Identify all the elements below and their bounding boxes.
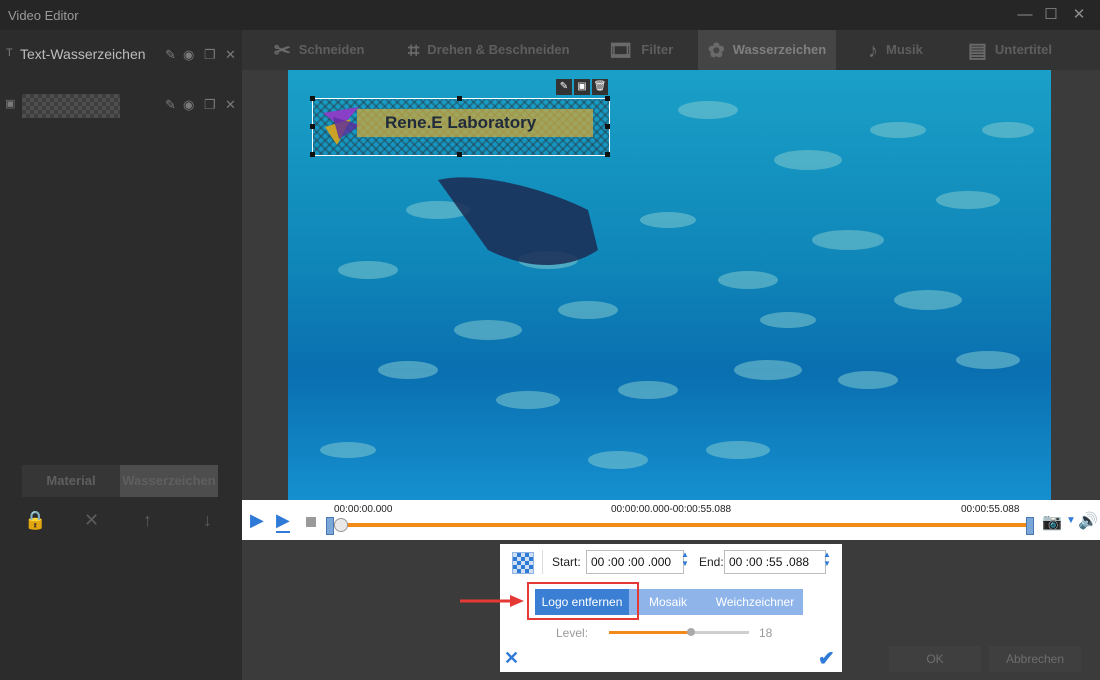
lock-icon[interactable]: 🔒 (24, 510, 46, 531)
tool-label: Untertitel (994, 42, 1052, 57)
ok-button[interactable]: OK (889, 646, 981, 672)
delete-item-icon[interactable]: ✕ (225, 47, 236, 63)
resize-handle[interactable] (605, 124, 610, 129)
end-label: End: (699, 555, 724, 569)
edit-icon[interactable]: ✎ (165, 47, 176, 63)
tool-label: Filter (641, 42, 674, 57)
tool-musik[interactable]: ♪ Musik (868, 30, 923, 70)
watermark-selection[interactable]: Rene.E Laboratory (310, 96, 610, 157)
volume-icon[interactable]: 🔊 (1078, 511, 1098, 531)
window-title: Video Editor (8, 8, 79, 23)
filter-icon: 🎞 (608, 39, 634, 62)
level-slider-fill (609, 631, 691, 634)
watermark-item-title[interactable]: Text-Wasserzeichen (20, 46, 146, 62)
level-slider[interactable] (609, 628, 749, 636)
resize-handle[interactable] (310, 152, 315, 157)
image-icon[interactable]: ▣ (574, 79, 590, 95)
watermark-text: Rene.E Laboratory (385, 113, 537, 132)
timeline-track[interactable] (330, 523, 1032, 527)
delete-item-icon[interactable]: ✕ (225, 97, 236, 113)
resize-handle[interactable] (605, 96, 610, 101)
left-panel: T Text-Wasserzeichen ✎ ◉ ❐ ✕ ▣ ✎ ◉ ❐ ✕ M… (0, 30, 242, 680)
crop-rotate-icon: ⌗ (408, 39, 420, 62)
watermark-thumbnail[interactable] (22, 94, 120, 118)
move-down-icon[interactable]: ↓ (203, 510, 212, 531)
resize-handle[interactable] (457, 96, 462, 101)
play-icon[interactable]: ▶ (250, 510, 264, 531)
divider (542, 550, 543, 574)
end-time-field[interactable]: 00 :00 :55 .088 (724, 550, 826, 574)
tool-label: Schneiden (298, 42, 365, 57)
title-bar: Video Editor — ☐ ✕ (0, 0, 1100, 30)
tool-schneiden[interactable]: ✂ Schneiden (274, 30, 365, 70)
remove-icon[interactable]: ✕ (84, 510, 99, 531)
minimize-icon[interactable]: — (1016, 6, 1034, 24)
tab-wasserzeichen[interactable]: Wasserzeichen (120, 465, 218, 497)
tool-label: Drehen & Beschneiden (427, 42, 570, 57)
mosaic-icon[interactable] (512, 552, 534, 574)
level-slider-knob[interactable] (687, 628, 695, 636)
scissors-icon: ✂ (274, 39, 291, 62)
mode-weichzeichner[interactable]: Weichzeichner (707, 589, 803, 615)
snapshot-camera-icon[interactable]: 📷 (1042, 512, 1062, 532)
edit-icon[interactable]: ✎ (165, 97, 176, 113)
trim-start-handle[interactable] (326, 517, 334, 535)
text-type-icon: T (6, 47, 13, 59)
range-time-label: 00:00:00.000-00:00:55.088 (611, 504, 732, 515)
play-segment-icon[interactable]: ▶ (276, 510, 290, 533)
resize-handle[interactable] (310, 124, 315, 129)
trash-icon[interactable]: 🗑 (592, 79, 608, 95)
trim-end-handle[interactable] (1026, 517, 1034, 535)
cancel-button[interactable]: Abbrechen (989, 646, 1081, 672)
level-label: Level: (556, 626, 589, 640)
watermark-reel-icon: ✿ (708, 39, 725, 62)
resize-handle[interactable] (605, 152, 610, 157)
highlight-box (527, 582, 639, 620)
visibility-icon[interactable]: ◉ (183, 47, 194, 63)
watermark-removal-dialog: Start: 00 :00 :00 .000 ▲ ▼ End: 00 :00 :5… (500, 544, 842, 672)
cancel-x-icon[interactable]: ✕ (504, 648, 519, 669)
copy-icon[interactable]: ❐ (204, 97, 216, 113)
move-up-icon[interactable]: ↑ (143, 510, 152, 531)
pencil-icon[interactable]: ✎ (556, 79, 572, 95)
maximize-icon[interactable]: ☐ (1042, 6, 1060, 24)
resize-handle[interactable] (457, 152, 462, 157)
copy-icon[interactable]: ❐ (204, 47, 216, 63)
mode-mosaik[interactable]: Mosaik (629, 589, 707, 615)
left-panel-tabs: Material Wasserzeichen (22, 465, 218, 497)
tool-untertitel[interactable]: ▤ Untertitel (968, 30, 1052, 70)
tool-label: Wasserzeichen (732, 42, 827, 57)
image-type-icon: ▣ (5, 98, 16, 110)
tool-wasserzeichen[interactable]: ✿ Wasserzeichen (698, 30, 837, 70)
tool-filter[interactable]: 🎞 Filter (608, 30, 673, 70)
start-time-field[interactable]: 00 :00 :00 .000 (586, 550, 684, 574)
chevron-down-icon[interactable]: ▼ (1066, 515, 1076, 526)
annotation-arrow-icon (460, 595, 524, 607)
close-icon[interactable]: ✕ (1070, 6, 1088, 24)
watermark-toolbar: ✎ ▣ 🗑 (556, 76, 610, 95)
tool-label: Musik (886, 42, 923, 57)
playhead[interactable] (334, 518, 348, 532)
stop-icon[interactable] (306, 517, 316, 527)
end-time-label: 00:00:55.088 (961, 504, 1020, 515)
tool-drehen-beschneiden[interactable]: ⌗ Drehen & Beschneiden (408, 30, 570, 70)
editor-toolbar: ✂ Schneiden ⌗ Drehen & Beschneiden 🎞 Filter… (242, 30, 1100, 70)
level-value: 18 (759, 626, 773, 640)
end-time-spinner[interactable]: ▲ ▼ (822, 550, 832, 568)
start-time-spinner[interactable]: ▲ ▼ (680, 550, 690, 568)
resize-handle[interactable] (310, 96, 315, 101)
tab-material[interactable]: Material (22, 465, 120, 497)
music-note-icon: ♪ (868, 39, 878, 62)
visibility-icon[interactable]: ◉ (183, 97, 194, 113)
start-time-label: 00:00:00.000 (334, 504, 393, 515)
confirm-check-icon[interactable]: ✔ (818, 646, 835, 671)
start-label: Start: (552, 555, 581, 569)
timeline-bar: ▶ ▶ 00:00:00.000 00:00:00.000-00:00:55.0… (242, 500, 1100, 540)
subtitle-icon: ▤ (968, 39, 987, 62)
